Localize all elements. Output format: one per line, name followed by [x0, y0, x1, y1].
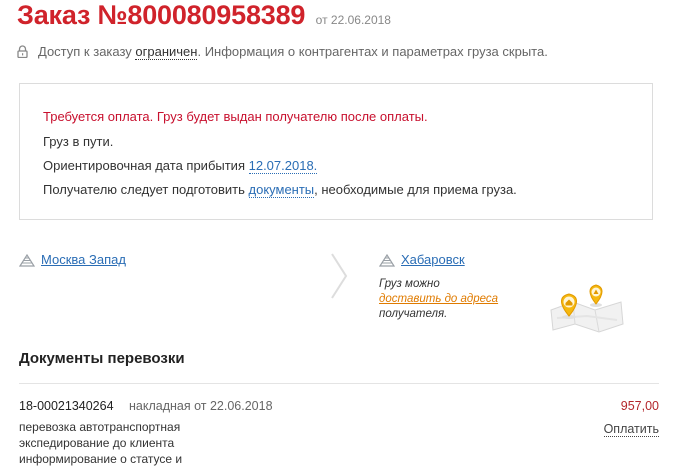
origin-terminal-link[interactable]: Москва Запад — [41, 252, 126, 267]
route-destination: Хабаровск — [378, 252, 465, 270]
terminal-icon — [378, 253, 396, 270]
order-date: от 22.06.2018 — [315, 13, 391, 27]
document-meta: накладная от 22.06.2018 — [129, 399, 273, 413]
document-amount: 957,00 — [620, 399, 659, 413]
arrival-prefix: Ориентировочная дата прибытия — [43, 158, 249, 173]
delivery-note: Груз можно доставить до адреса получател… — [379, 277, 498, 322]
service-item: экспедирование до клиента — [19, 436, 175, 450]
arrival-date-link[interactable]: 12.07.2018. — [248, 158, 318, 174]
section-divider — [19, 383, 659, 384]
service-item: информирование о статусе и — [19, 452, 183, 466]
destination-terminal-link[interactable]: Хабаровск — [401, 252, 465, 267]
documents-notice-line: Получателю следует подготовить документы… — [43, 182, 517, 198]
document-number: 18-00021340264 — [19, 399, 114, 413]
access-prefix: Доступ к заказу — [38, 44, 136, 59]
payment-required-text: Требуется оплата. Груз будет выдан получ… — [43, 109, 428, 124]
pay-button[interactable]: Оплатить — [603, 422, 659, 437]
delivery-suffix: получателя. — [379, 308, 448, 320]
order-header: Заказ №800080958389 от 22.06.2018 — [17, 0, 391, 31]
lock-icon — [17, 45, 28, 61]
page-title: Заказ №800080958389 — [17, 0, 306, 30]
delivery-prefix: Груз можно — [379, 278, 440, 290]
arrival-date-line: Ориентировочная дата прибытия 12.07.2018… — [43, 158, 318, 174]
access-suffix: . Информация о контрагентах и параметрах… — [197, 44, 548, 59]
chevron-right-icon — [329, 252, 349, 305]
access-status-link[interactable]: ограничен — [135, 44, 198, 60]
in-transit-text: Груз в пути. — [43, 134, 114, 149]
terminal-icon — [18, 253, 36, 270]
order-status-box: Требуется оплата. Груз будет выдан получ… — [19, 83, 653, 220]
map-pins-illustration — [547, 272, 627, 339]
document-services: перевозка автотранспортная экспедировани… — [19, 419, 182, 467]
docs-suffix: , необходимые для приема груза. — [314, 182, 517, 197]
documents-link[interactable]: документы — [248, 182, 315, 198]
route-origin: Москва Запад — [18, 252, 126, 270]
documents-section-title: Документы перевозки — [19, 350, 185, 367]
docs-prefix: Получателю следует подготовить — [43, 182, 249, 197]
service-item: перевозка автотранспортная — [19, 420, 181, 434]
access-notice: Доступ к заказу ограничен. Информация о … — [17, 44, 548, 61]
delivery-to-address-link[interactable]: доставить до адреса — [379, 293, 498, 305]
